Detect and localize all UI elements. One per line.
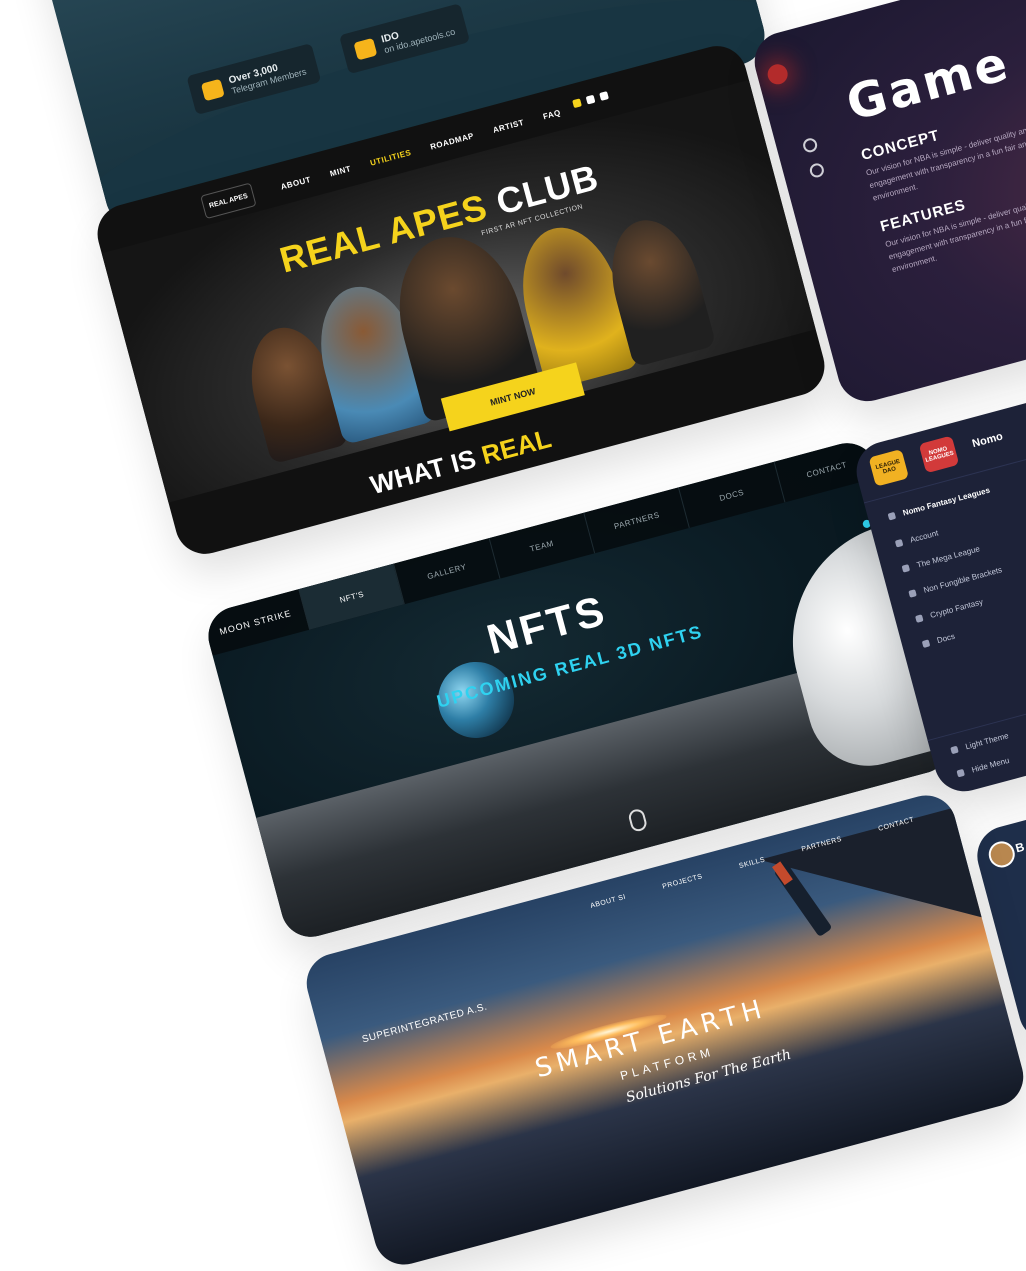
menu-item-mega-league[interactable]: The Mega League	[901, 544, 981, 573]
settings-icon[interactable]	[801, 136, 819, 154]
red-glow	[765, 62, 790, 87]
what-is-yellow: REAL	[478, 423, 555, 471]
wallet-icon	[353, 37, 378, 61]
moonstrike-logo[interactable]: MOON STRIKE	[202, 589, 309, 655]
avatar[interactable]	[985, 838, 1018, 871]
user-icon	[894, 538, 904, 548]
tab-team[interactable]: TEAM	[488, 512, 595, 579]
game-title: Game	[840, 35, 1016, 133]
trophy-icon	[901, 564, 911, 573]
card-letter: B	[1013, 839, 1026, 856]
menu-item-docs[interactable]: Docs	[921, 631, 956, 649]
bracket-icon	[908, 589, 917, 598]
header-name: Nomo	[970, 430, 1005, 451]
menu-divider	[927, 641, 1026, 742]
nomo-leagues-logo[interactable]: NOMO LEAGUES	[918, 435, 960, 474]
nav-mint[interactable]: MINT	[329, 164, 352, 178]
league-dao-logo[interactable]: LEAGUE DAO	[868, 448, 910, 487]
nav-artist[interactable]: ARTIST	[492, 117, 525, 134]
hide-menu-button[interactable]: Hide Menu	[956, 756, 1010, 779]
menu-label: Non Fungible Brackets	[922, 565, 1004, 595]
nav-roadmap[interactable]: ROADMAP	[429, 131, 475, 151]
what-is-white: WHAT IS	[367, 443, 480, 501]
nav-about-si[interactable]: ABOUT SI	[590, 894, 627, 910]
nav-faq[interactable]: FAQ	[542, 108, 562, 121]
menu-label: The Mega League	[915, 544, 981, 570]
menu-label: Crypto Fantasy	[929, 597, 984, 620]
chevron-left-icon	[956, 768, 966, 778]
document-icon	[921, 639, 931, 648]
circle-icon[interactable]	[808, 161, 826, 179]
tab-docs[interactable]: DOCS	[678, 461, 785, 528]
telegram-icon	[200, 78, 225, 102]
star-icon	[915, 614, 924, 623]
tab-gallery[interactable]: GALLERY	[393, 538, 500, 605]
nav-utilities[interactable]: UTILITIES	[369, 148, 412, 168]
menu-label: Light Theme	[964, 731, 1010, 752]
menu-label: Docs	[935, 631, 956, 646]
superintegrated-brand[interactable]: SUPERINTEGRATED A.S.	[361, 1001, 489, 1045]
menu-label: Hide Menu	[970, 755, 1011, 775]
menu-item-account[interactable]: Account	[894, 528, 940, 548]
sun-icon	[950, 745, 959, 755]
tab-nfts[interactable]: NFT'S	[298, 563, 405, 630]
tab-partners[interactable]: PARTNERS	[583, 487, 690, 554]
menu-item-crypto-fantasy[interactable]: Crypto Fantasy	[915, 597, 984, 624]
home-icon	[887, 511, 897, 521]
nav-about[interactable]: ABOUT	[280, 174, 312, 191]
nav-projects[interactable]: PROJECTS	[662, 873, 704, 890]
light-theme-toggle[interactable]: Light Theme	[950, 731, 1010, 755]
menu-item-brackets[interactable]: Non Fungible Brackets	[908, 565, 1003, 599]
menu-label: Nomo Fantasy Leagues	[901, 485, 991, 518]
menu-label: Account	[909, 528, 940, 545]
